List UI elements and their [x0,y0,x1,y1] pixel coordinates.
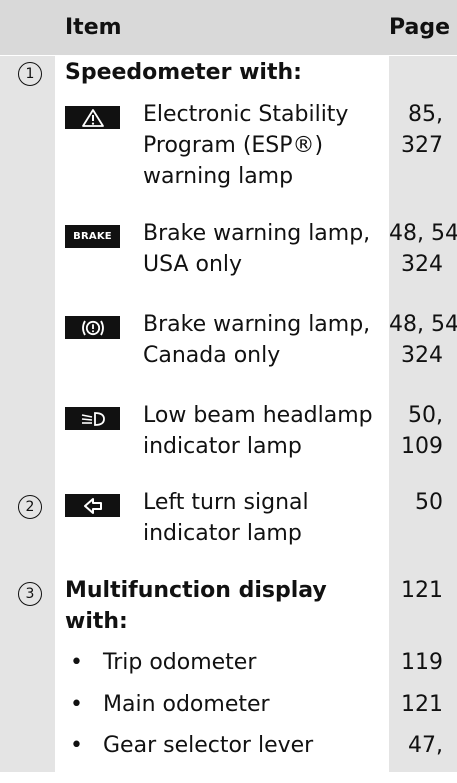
multifunction-line2: with: [65,609,128,634]
low-beam-page-2: 109 [401,434,443,459]
speedometer-title: Speedometer with: [65,60,302,85]
esp-page-1: 85, [408,102,443,127]
esp-label-line3: warning lamp [143,164,294,189]
turn-signal-line2: indicator lamp [143,521,302,546]
low-beam-line1: Low beam headlamp [143,403,373,428]
bullet-main: • [70,692,83,717]
brake-canada-page-2: 324 [401,343,443,368]
left-arrow-icon [65,494,120,517]
brake-usa-line2: USA only [143,252,243,277]
trip-odometer-label: Trip odometer [103,650,257,675]
main-odometer-label: Main odometer [103,692,270,717]
header-divider [0,55,457,56]
esp-label-line2: Program (ESP®) [143,133,324,158]
header-item-label: Item [65,15,122,40]
brake-circle-icon [65,316,120,339]
multifunction-line1: Multifunction display [65,578,327,603]
header-page-label: Page [389,15,451,40]
esp-label-line1: Electronic Stability [143,102,349,127]
gear-selector-line1: Gear selector lever [103,733,314,758]
brake-canada-line2: Canada only [143,343,281,368]
brake-usa-page-2: 324 [401,252,443,277]
item-number-3: 3 [18,582,42,606]
gear-selector-page-1: 47, [408,733,443,758]
trip-odometer-page: 119 [401,650,443,675]
brake-usa-page-1: 48, 54, [389,221,457,246]
low-beam-page-1: 50, [408,403,443,428]
multifunction-page-1: 121 [401,578,443,603]
item-number-1: 1 [18,62,42,86]
esp-page-2: 327 [401,133,443,158]
brake-usa-line1: Brake warning lamp, [143,221,371,246]
turn-signal-page-1: 50 [415,490,443,515]
warning-triangle-icon [65,106,120,129]
bullet-gear: • [70,733,83,758]
low-beam-icon [65,407,120,430]
bullet-trip: • [70,650,83,675]
index-table: Item Page 1 Speedometer with: Electronic… [0,0,457,783]
brake-text-icon: BRAKE [65,225,120,248]
left-shaded-column [0,0,55,772]
item-number-2: 2 [18,495,42,519]
brake-canada-line1: Brake warning lamp, [143,312,371,337]
turn-signal-line1: Left turn signal [143,490,309,515]
brake-canada-page-1: 48, 54, [389,312,457,337]
main-odometer-page: 121 [401,692,443,717]
low-beam-line2: indicator lamp [143,434,302,459]
